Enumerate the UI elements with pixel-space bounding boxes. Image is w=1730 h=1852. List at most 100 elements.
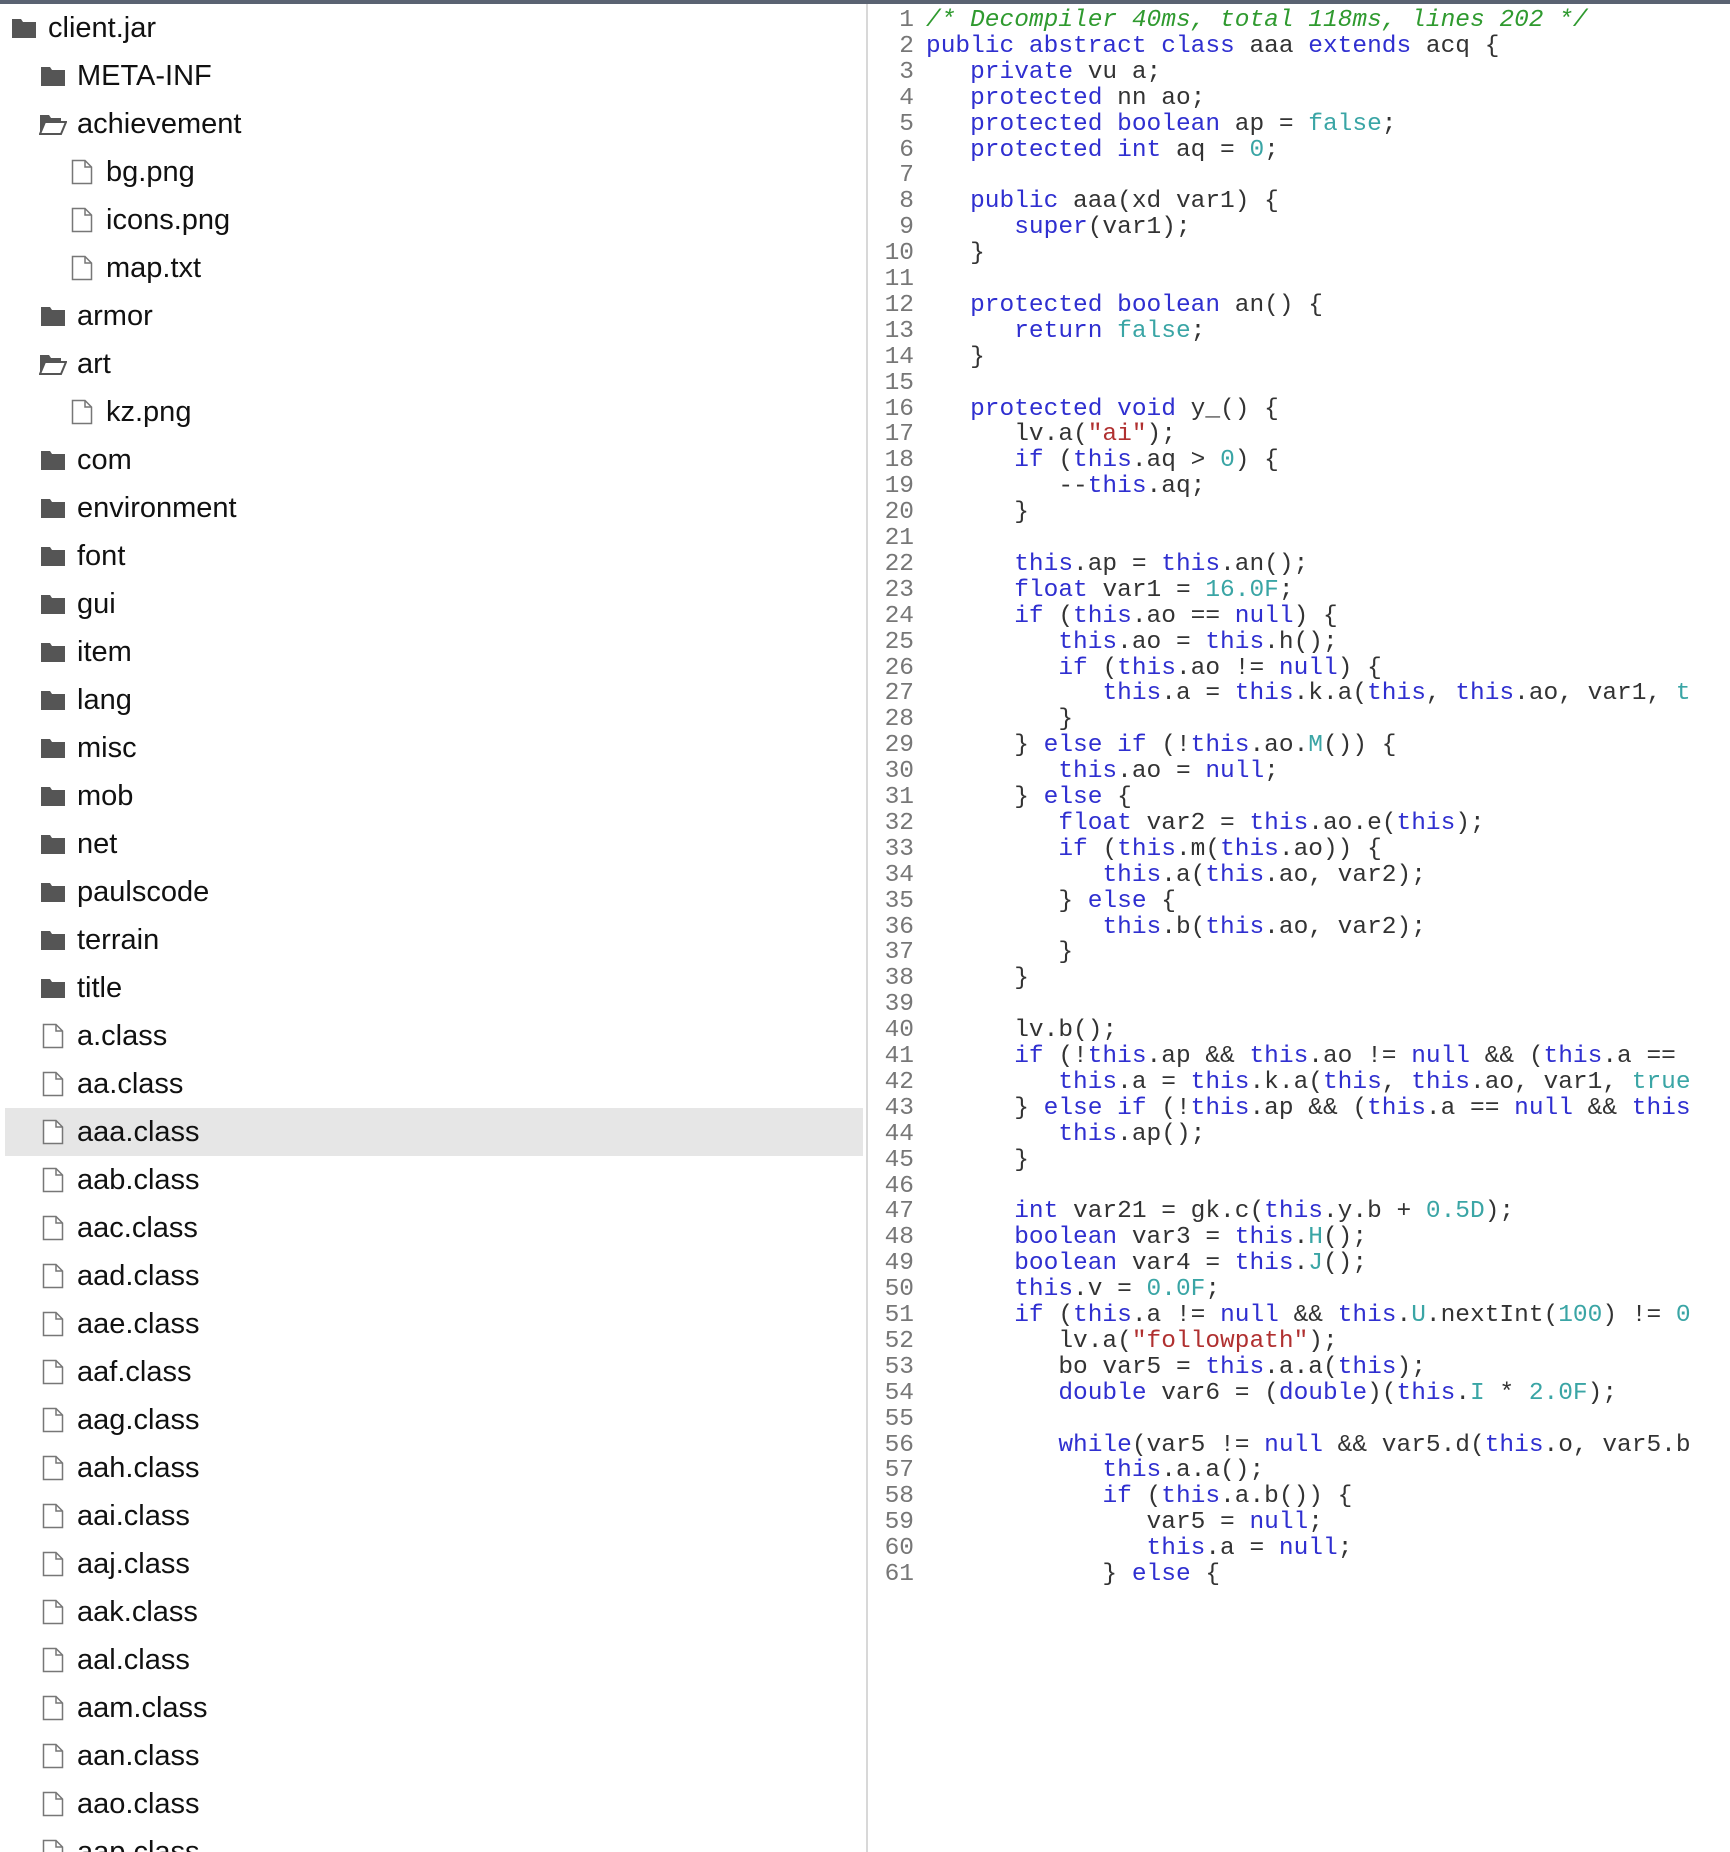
code-text[interactable]: lv.b(); bbox=[926, 1017, 1117, 1044]
code-text[interactable]: } else if (!this.ao.M()) { bbox=[926, 732, 1396, 759]
code-text[interactable]: bo var5 = this.a.a(this); bbox=[926, 1354, 1426, 1381]
tree-file-item[interactable]: aag.class bbox=[5, 1396, 863, 1444]
code-text[interactable]: protected boolean an() { bbox=[926, 292, 1323, 319]
code-text[interactable]: if (this.m(this.ao)) { bbox=[926, 836, 1381, 863]
code-text[interactable]: } bbox=[926, 344, 985, 371]
tree-file-item[interactable]: aad.class bbox=[5, 1252, 863, 1300]
tree-folder-item[interactable]: achievement bbox=[5, 100, 863, 148]
file-tree-panel[interactable]: client.jar META-INF achievement bg.png icons… bbox=[0, 4, 868, 1852]
tree-folder-item[interactable]: armor bbox=[5, 292, 863, 340]
code-text[interactable]: this.b(this.ao, var2); bbox=[926, 914, 1425, 941]
code-text[interactable]: if (this.aq > 0) { bbox=[926, 447, 1279, 474]
code-text[interactable]: while(var5 != null && var5.d(this.o, var… bbox=[926, 1432, 1690, 1459]
tree-file-item[interactable]: icons.png bbox=[5, 196, 863, 244]
code-text[interactable]: this.ap = this.an(); bbox=[926, 551, 1308, 578]
code-text[interactable]: } bbox=[926, 706, 1073, 733]
tree-folder-item[interactable]: client.jar bbox=[5, 4, 863, 52]
code-token: ) { bbox=[1293, 602, 1338, 630]
tree-file-item[interactable]: kz.png bbox=[5, 388, 863, 436]
tree-folder-item[interactable]: item bbox=[5, 628, 863, 676]
code-text[interactable]: } bbox=[926, 499, 1029, 526]
tree-folder-item[interactable]: mob bbox=[5, 772, 863, 820]
code-text[interactable]: } bbox=[926, 240, 985, 267]
tree-file-item[interactable]: aa.class bbox=[5, 1060, 863, 1108]
code-text[interactable]: int var21 = gk.c(this.y.b + 0.5D); bbox=[926, 1198, 1514, 1225]
tree-file-item[interactable]: aai.class bbox=[5, 1492, 863, 1540]
code-text[interactable]: this.a = null; bbox=[926, 1535, 1353, 1562]
tree-folder-item[interactable]: net bbox=[5, 820, 863, 868]
tree-file-item[interactable]: aab.class bbox=[5, 1156, 863, 1204]
code-text[interactable]: if (this.ao == null) { bbox=[926, 602, 1338, 630]
tree-file-item[interactable]: aaj.class bbox=[5, 1540, 863, 1588]
code-text[interactable]: protected boolean ap = false; bbox=[926, 111, 1396, 138]
code-text[interactable]: var5 = null; bbox=[926, 1509, 1323, 1536]
tree-file-item[interactable]: aaa.class bbox=[5, 1108, 863, 1156]
code-text[interactable]: lv.a("ai"); bbox=[926, 421, 1176, 448]
code-text[interactable]: this.ap(); bbox=[926, 1121, 1205, 1148]
code-text[interactable]: protected nn ao; bbox=[926, 85, 1205, 112]
code-token: } bbox=[926, 499, 1029, 527]
tree-file-item[interactable]: aaf.class bbox=[5, 1348, 863, 1396]
code-text[interactable]: this.a.a(); bbox=[926, 1457, 1264, 1484]
code-text[interactable]: if (this.a != null && this.U.nextInt(100… bbox=[926, 1302, 1690, 1329]
code-text[interactable]: } else { bbox=[926, 784, 1132, 811]
code-text[interactable]: public abstract class aaa extends acq { bbox=[926, 33, 1499, 60]
code-text[interactable]: protected void y_() { bbox=[926, 396, 1279, 423]
tree-file-item[interactable]: aac.class bbox=[5, 1204, 863, 1252]
code-text[interactable]: float var2 = this.ao.e(this); bbox=[926, 810, 1484, 837]
code-token: .ao != bbox=[1175, 654, 1279, 682]
tree-folder-item[interactable]: terrain bbox=[5, 916, 863, 964]
code-text[interactable]: boolean var3 = this.H(); bbox=[926, 1224, 1367, 1251]
tree-file-item[interactable]: aan.class bbox=[5, 1732, 863, 1780]
code-text[interactable]: this.a = this.k.a(this, this.ao, var1, t bbox=[926, 680, 1690, 707]
tree-folder-item[interactable]: com bbox=[5, 436, 863, 484]
code-text[interactable]: } bbox=[926, 939, 1073, 966]
code-text[interactable]: } bbox=[926, 1147, 1029, 1174]
code-text[interactable]: } else if (!this.ap && (this.a == null &… bbox=[926, 1095, 1690, 1122]
code-text[interactable]: this.v = 0.0F; bbox=[926, 1276, 1220, 1303]
code-text[interactable]: protected int aq = 0; bbox=[926, 137, 1279, 164]
tree-folder-item[interactable]: misc bbox=[5, 724, 863, 772]
tree-folder-item[interactable]: art bbox=[5, 340, 863, 388]
tree-folder-item[interactable]: title bbox=[5, 964, 863, 1012]
code-text[interactable]: this.a(this.ao, var2); bbox=[926, 862, 1425, 889]
tree-file-item[interactable]: aal.class bbox=[5, 1636, 863, 1684]
tree-folder-item[interactable]: font bbox=[5, 532, 863, 580]
code-text[interactable]: return false; bbox=[926, 318, 1205, 345]
tree-file-item[interactable]: aae.class bbox=[5, 1300, 863, 1348]
code-text[interactable]: lv.a("followpath"); bbox=[926, 1328, 1337, 1355]
tree-folder-item[interactable]: environment bbox=[5, 484, 863, 532]
code-text[interactable]: private vu a; bbox=[926, 59, 1161, 86]
code-text[interactable]: this.a = this.k.a(this, this.ao, var1, t… bbox=[926, 1068, 1690, 1096]
code-text[interactable]: } bbox=[926, 965, 1029, 992]
code-text[interactable]: if (this.ao != null) { bbox=[926, 654, 1381, 682]
tree-file-item[interactable]: aam.class bbox=[5, 1684, 863, 1732]
code-text[interactable]: float var1 = 16.0F; bbox=[926, 577, 1293, 604]
tree-file-item[interactable]: aao.class bbox=[5, 1780, 863, 1828]
tree-folder-item[interactable]: gui bbox=[5, 580, 863, 628]
tree-file-item[interactable]: aak.class bbox=[5, 1588, 863, 1636]
tree-file-item[interactable]: aap.class bbox=[5, 1828, 863, 1852]
code-editor-panel[interactable]: 1 /* Decompiler 40ms, total 118ms, lines … bbox=[868, 4, 1730, 1852]
tree-file-item[interactable]: a.class bbox=[5, 1012, 863, 1060]
code-text[interactable]: --this.aq; bbox=[926, 473, 1205, 500]
tree-file-item[interactable]: map.txt bbox=[5, 244, 863, 292]
code-text[interactable]: if (!this.ap && this.ao != null && (this… bbox=[926, 1043, 1676, 1070]
code-text[interactable]: this.ao = null; bbox=[926, 758, 1279, 785]
code-text[interactable]: double var6 = (double)(this.I * 2.0F); bbox=[926, 1380, 1617, 1407]
code-text[interactable]: /* Decompiler 40ms, total 118ms, lines 2… bbox=[926, 7, 1588, 34]
code-text[interactable]: this.ao = this.h(); bbox=[926, 629, 1337, 656]
tree-folder-item[interactable]: lang bbox=[5, 676, 863, 724]
tree-file-item[interactable]: bg.png bbox=[5, 148, 863, 196]
code-text[interactable]: } else { bbox=[926, 888, 1176, 915]
tree-file-item[interactable]: aah.class bbox=[5, 1444, 863, 1492]
code-text[interactable]: } else { bbox=[926, 1561, 1220, 1588]
tree-folder-item[interactable]: META-INF bbox=[5, 52, 863, 100]
code-token: .a = bbox=[1117, 1068, 1191, 1096]
line-number: 42 bbox=[884, 1068, 914, 1096]
code-text[interactable]: boolean var4 = this.J(); bbox=[926, 1250, 1367, 1277]
code-text[interactable]: if (this.a.b()) { bbox=[926, 1483, 1352, 1510]
code-text[interactable]: public aaa(xd var1) { bbox=[926, 188, 1279, 215]
tree-folder-item[interactable]: paulscode bbox=[5, 868, 863, 916]
code-text[interactable]: super(var1); bbox=[926, 214, 1190, 241]
